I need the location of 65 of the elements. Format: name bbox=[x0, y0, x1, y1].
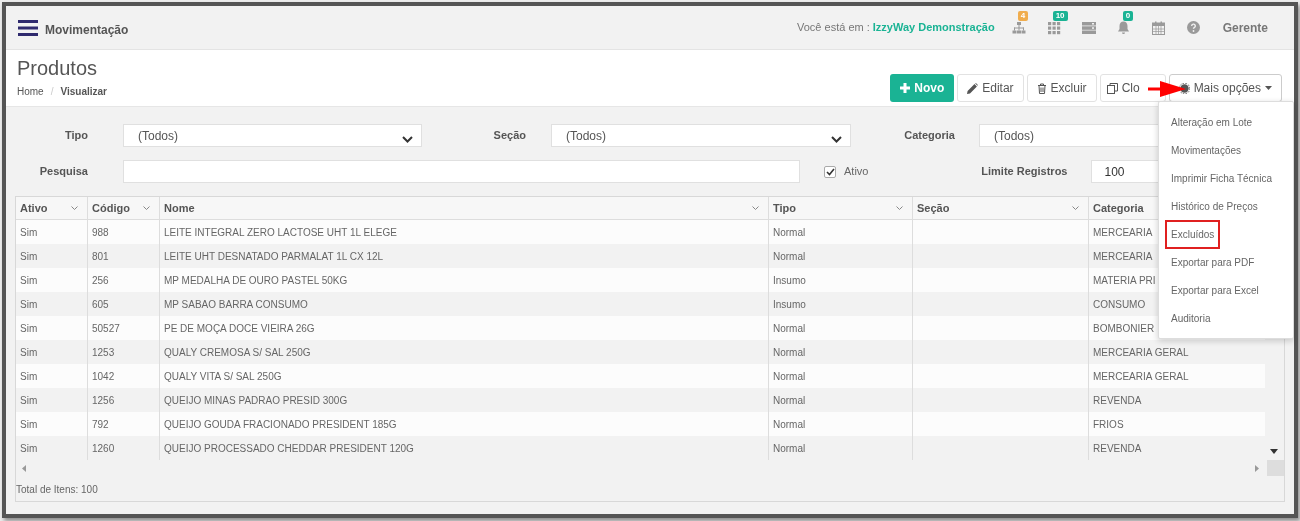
table-cell-text: Normal bbox=[773, 321, 806, 336]
table-cell-text: MERCEARIA GERAL bbox=[1093, 369, 1189, 384]
table-cell-text: Normal bbox=[773, 441, 806, 456]
table-cell-text: PE DE MOÇA DOCE VIEIRA 26G bbox=[164, 321, 315, 336]
location-label: Você está em : bbox=[797, 20, 870, 36]
table-cell-text: LEITE INTEGRAL ZERO LACTOSE UHT 1L ELEGE bbox=[164, 225, 397, 240]
table-cell-text: Sim bbox=[20, 321, 38, 336]
table-cell-text: MP MEDALHA DE OURO PASTEL 50KG bbox=[164, 273, 348, 288]
table-cell-text: QUEIJO GOUDA FRACIONADO PRESIDENT 185G bbox=[164, 417, 397, 432]
table-cell-text: 988 bbox=[92, 225, 109, 240]
table-cell-text: MERCEARIA GERAL bbox=[1093, 345, 1189, 360]
table-cell-text: 1042 bbox=[92, 369, 115, 384]
table-cell-text: Normal bbox=[773, 225, 806, 240]
table-cell-text: QUEIJO MINAS PADRAO PRESID 300G bbox=[164, 393, 348, 408]
table-cell-text: Normal bbox=[773, 249, 806, 264]
table-cell-text: Sim bbox=[20, 297, 38, 312]
notification-badge: 0 bbox=[1122, 10, 1134, 21]
table-cell-text: Normal bbox=[773, 345, 806, 360]
table-cell-text: LEITE UHT DESNATADO PARMALAT 1L CX 12L bbox=[164, 249, 384, 264]
table-cell-text: 256 bbox=[92, 273, 109, 288]
filter-label: Pesquisa bbox=[38, 164, 88, 180]
table-cell-text: FRIOS bbox=[1093, 417, 1124, 432]
breadcrumb-current: Visualizar bbox=[60, 85, 107, 99]
table-cell-text: REVENDA bbox=[1093, 441, 1142, 456]
table-cell-text: BOMBONIER bbox=[1093, 321, 1155, 336]
table-cell-text: Sim bbox=[20, 225, 38, 240]
table-cell-text: Normal bbox=[773, 393, 806, 408]
table-cell-text: 50527 bbox=[92, 321, 120, 336]
filter-label: Seção bbox=[492, 128, 526, 144]
table-cell-text: MATERIA PRI bbox=[1093, 273, 1156, 288]
table-cell-text: Sim bbox=[20, 441, 38, 456]
table-cell-text: Sim bbox=[20, 249, 38, 264]
table-cell-text: QUALY CREMOSA S/ SAL 250G bbox=[164, 345, 311, 360]
table-cell-text: MERCEARIA bbox=[1093, 225, 1153, 240]
table-cell-text: Sim bbox=[20, 369, 38, 384]
checkbox-label: Ativo bbox=[844, 164, 869, 180]
table-cell-text: 605 bbox=[92, 297, 109, 312]
table-cell-text: Sim bbox=[20, 417, 38, 432]
table-cell-text: QUEIJO PROCESSADO CHEDDAR PRESIDENT 120G bbox=[164, 441, 414, 456]
table-cell-text: QUALY VITA S/ SAL 250G bbox=[164, 369, 282, 384]
filter-label: Limite Registros bbox=[980, 164, 1068, 180]
table-cell-text: Sim bbox=[20, 273, 38, 288]
table-cell-text: MP SABAO BARRA CONSUMO bbox=[164, 297, 308, 312]
table-cell-text: Normal bbox=[773, 369, 806, 384]
table-cell-text: 1253 bbox=[92, 345, 115, 360]
table-cell-text: REVENDA bbox=[1093, 393, 1142, 408]
page-title: Produtos bbox=[17, 56, 99, 80]
total-items: Total de Itens: 100 bbox=[16, 483, 99, 497]
breadcrumb-separator: / bbox=[50, 85, 54, 99]
app-title: Movimentação bbox=[45, 21, 129, 39]
filter-label: Categoria bbox=[903, 128, 955, 144]
table-cell-text: CONSUMO bbox=[1093, 297, 1146, 312]
table-cell-text: Normal bbox=[773, 417, 806, 432]
table-cell-text: Insumo bbox=[773, 273, 806, 288]
table-cell-text: 801 bbox=[92, 249, 109, 264]
table-cell-text: Sim bbox=[20, 345, 38, 360]
notification-badge: 10 bbox=[1052, 10, 1068, 21]
table-cell-text: 1260 bbox=[92, 441, 115, 456]
filter-label: Tipo bbox=[64, 128, 88, 144]
table-cell-text: 1256 bbox=[92, 393, 115, 408]
notification-badge: 4 bbox=[1017, 10, 1029, 21]
table-cell-text: Insumo bbox=[773, 297, 806, 312]
table-cell-text: Sim bbox=[20, 393, 38, 408]
table-cell-text: 792 bbox=[92, 417, 109, 432]
table-cell-text: MERCEARIA bbox=[1093, 249, 1153, 264]
